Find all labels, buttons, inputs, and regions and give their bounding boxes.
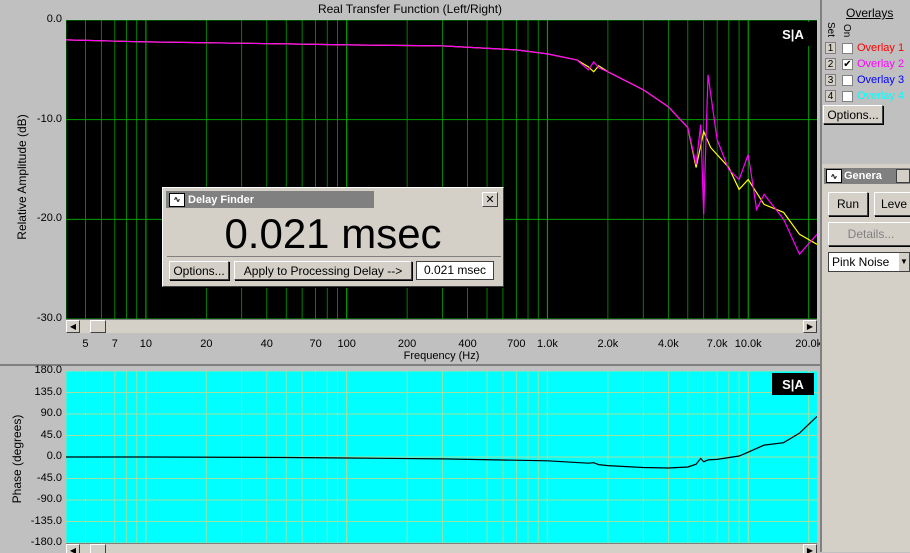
delay-finder-title-bar[interactable]: ∿ Delay Finder (166, 191, 374, 208)
delay-finder-separator (167, 256, 501, 257)
overlay-checkbox[interactable]: ✔ (842, 59, 853, 70)
scroll-right-icon[interactable]: ▶ (803, 320, 817, 333)
y-tick-label: 135.0 (34, 385, 62, 398)
y-tick-label: -20.0 (36, 212, 62, 225)
magnitude-x-scrollbar[interactable]: ◀ ▶ (66, 319, 817, 333)
overlay-label: Overlay 3 (857, 74, 905, 86)
delay-finder-value: 0.021 msec (224, 210, 442, 257)
y-tick-label: 0.0 (46, 13, 62, 25)
overlay-checkbox[interactable] (842, 43, 853, 54)
delay-finder-title: Delay Finder (188, 193, 255, 206)
generator-signal-select[interactable]: Pink Noise ▼ (828, 252, 910, 272)
magnitude-y-axis-label: Relative Amplitude (dB) (15, 114, 29, 240)
x-tick-label: 400 (458, 338, 477, 350)
y-tick-label: -10.0 (36, 112, 62, 125)
generator-close-icon[interactable] (896, 169, 910, 183)
dropdown-arrow-icon[interactable]: ▼ (899, 253, 909, 271)
panel-divider[interactable] (0, 364, 820, 366)
x-tick-label: 10 (139, 338, 153, 350)
generator-title: Genera (844, 170, 882, 182)
x-tick-label: 100 (337, 338, 356, 350)
generator-panel: ∿ Genera Run Leve Details... Pink Noise … (822, 164, 910, 552)
x-tick-label: 2.0k (597, 338, 619, 350)
overlays-set-label: Set (825, 22, 836, 38)
delay-finder-dialog: ∿ Delay Finder ✕ 0.021 msec Options... A… (162, 187, 504, 287)
delay-finder-options-button[interactable]: Options... (169, 261, 229, 280)
generator-window-icon: ∿ (826, 169, 842, 183)
series-line-1 (66, 415, 817, 469)
x-tick-label: 10.0k (734, 338, 762, 350)
overlay-label: Overlay 1 (857, 42, 905, 54)
scroll-left-icon[interactable]: ◀ (66, 320, 80, 333)
generator-details-button[interactable]: Details... (828, 222, 910, 246)
overlay-set-button[interactable]: 4 (825, 90, 836, 102)
y-tick-label: 180.0 (34, 364, 62, 376)
magnitude-x-axis-label: Frequency (Hz) (403, 350, 480, 362)
y-tick-label: -30.0 (36, 312, 62, 324)
overlay-checkbox[interactable] (842, 91, 853, 102)
y-tick-label: -90.0 (36, 493, 62, 505)
y-tick-label: 45.0 (40, 428, 62, 441)
overlays-title: Overlays (846, 6, 894, 20)
overlay-label: Overlay 4 (857, 90, 905, 102)
overlay-set-button[interactable]: 2 (825, 58, 836, 70)
overlays-options-button[interactable]: Options... (823, 105, 883, 124)
x-tick-label: 4.0k (657, 338, 679, 350)
apply-processing-delay-button[interactable]: Apply to Processing Delay --> (234, 261, 412, 280)
x-tick-label: 20 (200, 338, 213, 350)
generator-title-bar[interactable]: ∿ Genera (824, 168, 910, 184)
delay-value-field[interactable]: 0.021 msec (416, 261, 494, 280)
generator-run-button[interactable]: Run (828, 192, 868, 216)
y-tick-label: 0.0 (46, 450, 62, 462)
magnitude-chart-title: Real Transfer Function (Left/Right) (317, 2, 503, 16)
scroll-thumb[interactable] (90, 320, 106, 333)
generator-level-button[interactable]: Leve (874, 192, 910, 216)
phase-plot-area[interactable] (66, 371, 817, 543)
overlay-checkbox[interactable] (842, 75, 853, 86)
y-tick-label: 90.0 (40, 407, 62, 419)
delay-finder-window-icon: ∿ (169, 192, 185, 207)
sa-logo-phase: S|A (772, 373, 814, 395)
overlay-set-button[interactable]: 3 (825, 74, 836, 86)
x-tick-label: 1.0k (537, 338, 558, 350)
delay-finder-close-icon[interactable]: ✕ (482, 192, 498, 207)
sa-logo: S|A (772, 22, 814, 46)
y-tick-label: -45.0 (36, 471, 62, 484)
overlays-show-label: On (841, 24, 852, 38)
overlay-label: Overlay 2 (857, 58, 905, 70)
x-tick-label: 200 (397, 338, 417, 350)
y-tick-label: -135.0 (30, 514, 62, 527)
x-tick-label: 40 (260, 338, 273, 350)
generator-signal-value: Pink Noise (832, 255, 890, 269)
overlay-set-button[interactable]: 1 (825, 42, 836, 54)
y-tick-label: -180.0 (30, 536, 62, 548)
